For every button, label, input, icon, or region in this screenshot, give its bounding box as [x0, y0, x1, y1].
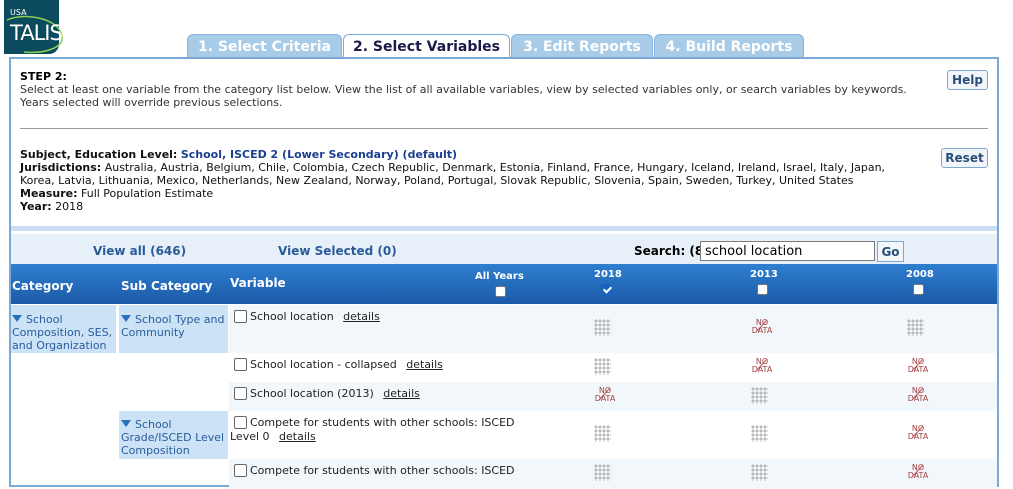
measure-label: Measure: — [20, 187, 78, 200]
reset-button[interactable]: Reset — [941, 148, 988, 168]
help-button[interactable]: Help — [947, 70, 988, 90]
data-available-icon — [907, 319, 924, 336]
logo-name: TALIS — [10, 21, 63, 45]
expand-triangle-icon — [121, 315, 131, 322]
logo-usa-label: USA — [10, 8, 27, 17]
no-data-icon: NO DATA — [907, 425, 929, 441]
tab-select-criteria[interactable]: 1. Select Criteria — [187, 34, 342, 58]
tab-edit-reports[interactable]: 3. Edit Reports — [511, 34, 653, 58]
subject-label: Subject, Education Level: — [20, 148, 178, 161]
talis-logo: USA TALIS — [4, 0, 63, 54]
no-data-icon: NO DATA — [907, 464, 929, 480]
jurisdictions-value: Australia, Austria, Belgium, Chile, Colo… — [20, 161, 886, 187]
variable-cell: School location details — [230, 310, 530, 324]
data-available-icon — [751, 387, 768, 404]
header-2013: 2013 — [750, 269, 778, 280]
step-text: Select at least one variable from the ca… — [20, 83, 907, 109]
header-2018: 2018 — [594, 269, 622, 280]
no-data-icon: NO DATA — [751, 358, 773, 374]
data-available-icon — [751, 464, 768, 481]
variable-label: School location — [250, 310, 334, 323]
category-label: School Composition, SES, and Organizatio… — [12, 313, 113, 352]
tab-select-variables[interactable]: 2. Select Variables — [343, 34, 510, 59]
data-available-icon — [594, 464, 611, 481]
divider — [20, 128, 988, 129]
header-2008: 2008 — [906, 269, 934, 280]
data-available-icon — [594, 425, 611, 442]
variable-label: School location - collapsed — [250, 358, 397, 371]
subcategory-label: School Type and Community — [121, 313, 225, 339]
year-2013-checkbox[interactable] — [757, 284, 768, 295]
year-value: 2018 — [55, 200, 84, 213]
header-all-years: All Years — [475, 271, 524, 282]
details-link[interactable]: details — [279, 430, 316, 443]
subcategory-school-grade[interactable]: School Grade/ISCED Level Composition — [119, 411, 228, 459]
variable-label: School location (2013) — [250, 387, 374, 400]
measure-value: Full Population Estimate — [81, 187, 214, 200]
no-data-icon: NO DATA — [907, 387, 929, 403]
no-data-icon: NO DATA — [594, 387, 616, 403]
header-variable: Variable — [230, 276, 286, 290]
view-selected-link[interactable]: View Selected (0) — [278, 244, 397, 258]
subcategory-label: School Grade/ISCED Level Composition — [121, 418, 225, 457]
variable-cell: School location - collapsed details — [230, 358, 530, 372]
variable-label: Compete for students with other schools:… — [250, 464, 515, 477]
data-available-icon — [751, 425, 768, 442]
view-all-link[interactable]: View all (646) — [93, 244, 186, 258]
subject-value[interactable]: School, ISCED 2 (Lower Secondary) (defau… — [181, 148, 457, 161]
year-2008-checkbox[interactable] — [913, 284, 924, 295]
tab-build-reports[interactable]: 4. Build Reports — [654, 34, 804, 58]
details-link[interactable]: details — [383, 387, 420, 400]
no-data-icon: NO DATA — [751, 319, 773, 335]
variable-cell: School location (2013) details — [230, 387, 530, 401]
variable-cell: Compete for students with other schools:… — [230, 464, 530, 478]
data-available-icon — [594, 319, 611, 336]
year-2018-checkbox[interactable] — [601, 284, 612, 295]
variable-label: Compete for students with other schools:… — [230, 416, 515, 443]
step-instructions: STEP 2: Select at least one variable fro… — [20, 70, 920, 109]
category-school-composition[interactable]: School Composition, SES, and Organizatio… — [11, 305, 116, 353]
jurisdictions-label: Jurisdictions: — [20, 161, 102, 174]
search-input[interactable] — [700, 241, 875, 261]
criteria-summary: Subject, Education Level: School, ISCED … — [20, 148, 920, 213]
step-title: STEP 2: — [20, 70, 67, 83]
data-available-icon — [594, 358, 611, 375]
no-data-icon: NO DATA — [907, 358, 929, 374]
year-label: Year: — [20, 200, 52, 213]
header-subcategory: Sub Category — [121, 279, 213, 293]
variable-cell: Compete for students with other schools:… — [230, 416, 520, 444]
details-link[interactable]: details — [343, 310, 380, 323]
expand-triangle-icon — [12, 315, 22, 322]
go-button[interactable]: Go — [877, 241, 904, 262]
header-category: Category — [12, 279, 74, 293]
expand-triangle-icon — [121, 420, 131, 427]
section-band-gap — [11, 231, 997, 233]
all-years-checkbox[interactable] — [495, 286, 506, 297]
details-link[interactable]: details — [406, 358, 443, 371]
subcategory-school-type[interactable]: School Type and Community — [119, 305, 228, 353]
search-label: Search: (8) — [634, 244, 709, 258]
table-header: Category Sub Category Variable All Years… — [11, 264, 997, 304]
